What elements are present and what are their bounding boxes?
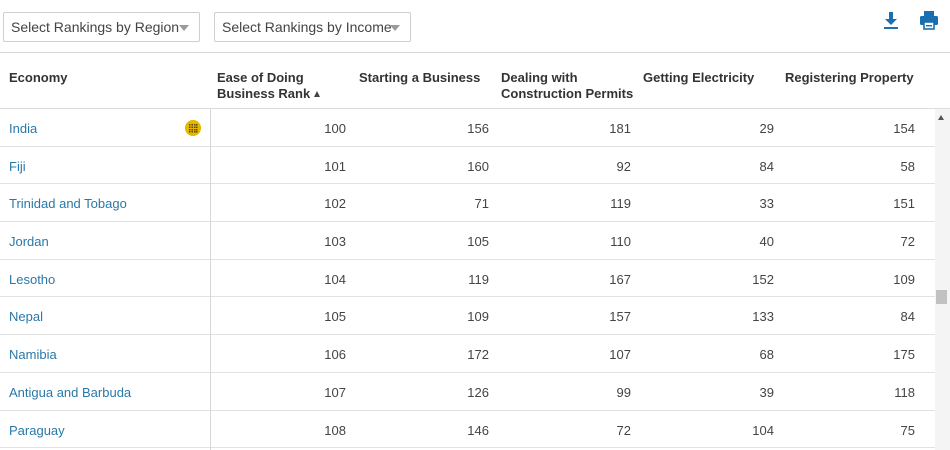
table-row: Paraguay 108 146 72 104 75	[0, 411, 935, 449]
table-row: Namibia 106 172 107 68 175	[0, 335, 935, 373]
table-body: India 100 156 181 29 154 Fiji 101 160 92…	[0, 109, 935, 449]
table-header: Economy Ease of Doing Business Rank Star…	[0, 53, 950, 109]
economy-link[interactable]: Lesotho	[9, 272, 55, 287]
cell-starting-business: 172	[467, 347, 489, 363]
economy-link[interactable]: Antigua and Barbuda	[9, 385, 131, 400]
cell-starting-business: 146	[467, 422, 489, 438]
scroll-up-arrow-icon[interactable]	[938, 115, 944, 120]
column-divider	[210, 109, 211, 450]
cell-getting-electricity: 39	[759, 384, 774, 400]
column-header-registering-property[interactable]: Registering Property	[785, 70, 914, 86]
cell-construction-permits: 157	[609, 309, 631, 325]
income-select-label: Select Rankings by Income	[222, 19, 392, 35]
chevron-down-icon	[179, 25, 189, 31]
cell-registering-property: 175	[893, 347, 915, 363]
cell-ease-rank: 106	[324, 347, 346, 363]
cell-construction-permits: 107	[609, 347, 631, 363]
cell-registering-property: 75	[900, 422, 915, 438]
cell-registering-property: 154	[893, 121, 915, 136]
cell-ease-rank: 108	[324, 422, 346, 438]
cell-starting-business: 105	[467, 234, 489, 250]
column-header-construction-permits[interactable]: Dealing with Construction Permits	[501, 70, 633, 102]
cell-ease-rank: 100	[324, 121, 346, 136]
column-header-ease-rank[interactable]: Ease of Doing Business Rank	[217, 70, 321, 102]
table-row: Lesotho 104 119 167 152 109	[0, 260, 935, 298]
cell-construction-permits: 110	[610, 234, 631, 250]
scrollbar-thumb[interactable]	[936, 290, 947, 304]
region-select[interactable]: Select Rankings by Region	[3, 12, 200, 42]
cell-construction-permits: 167	[609, 271, 631, 287]
cell-ease-rank: 103	[324, 234, 346, 250]
economy-link[interactable]: Trinidad and Tobago	[9, 196, 127, 211]
economy-link[interactable]: Nepal	[9, 309, 43, 324]
cell-ease-rank: 104	[324, 271, 346, 287]
cell-starting-business: 156	[467, 121, 489, 136]
filter-bar: Select Rankings by Region Select Ranking…	[0, 0, 950, 52]
economy-link[interactable]: India	[9, 121, 37, 136]
economy-link[interactable]: Paraguay	[9, 423, 65, 438]
cell-getting-electricity: 29	[759, 121, 774, 136]
printer-icon[interactable]	[918, 9, 940, 31]
cell-registering-property: 58	[900, 158, 915, 174]
cell-getting-electricity: 40	[759, 234, 774, 250]
cell-ease-rank: 107	[324, 384, 346, 400]
cell-construction-permits: 99	[616, 384, 631, 400]
column-header-getting-electricity[interactable]: Getting Electricity	[643, 70, 754, 86]
vertical-scrollbar[interactable]	[935, 109, 950, 450]
income-select[interactable]: Select Rankings by Income	[214, 12, 411, 42]
cell-starting-business: 71	[474, 196, 489, 212]
cell-ease-rank: 105	[324, 309, 346, 325]
cell-getting-electricity: 152	[752, 271, 774, 287]
column-header-economy[interactable]: Economy	[9, 70, 68, 86]
cell-getting-electricity: 33	[759, 196, 774, 212]
table-row: Jordan 103 105 110 40 72	[0, 222, 935, 260]
table-row: Fiji 101 160 92 84 58	[0, 147, 935, 185]
cell-construction-permits: 181	[609, 121, 631, 136]
cell-ease-rank: 102	[324, 196, 346, 212]
rankings-table: Economy Ease of Doing Business Rank Star…	[0, 52, 950, 450]
cell-starting-business: 160	[467, 158, 489, 174]
grid-icon[interactable]	[185, 120, 201, 136]
table-row: Trinidad and Tobago 102 71 119 33 151	[0, 184, 935, 223]
table-row: Nepal 105 109 157 133 84	[0, 297, 935, 336]
chevron-down-icon	[390, 25, 400, 31]
region-select-label: Select Rankings by Region	[11, 19, 180, 35]
cell-registering-property: 72	[900, 234, 915, 250]
cell-starting-business: 126	[467, 384, 489, 400]
cell-registering-property: 109	[893, 271, 915, 287]
economy-link[interactable]: Jordan	[9, 234, 49, 249]
economy-link[interactable]: Namibia	[9, 347, 57, 362]
table-row: Antigua and Barbuda 107 126 99 39 118	[0, 373, 935, 411]
table-row: India 100 156 181 29 154	[0, 109, 935, 147]
cell-ease-rank: 101	[324, 158, 346, 174]
cell-registering-property: 151	[893, 196, 915, 212]
cell-getting-electricity: 68	[759, 347, 774, 363]
economy-link[interactable]: Fiji	[9, 159, 26, 174]
column-header-starting-business[interactable]: Starting a Business	[359, 70, 480, 86]
cell-construction-permits: 92	[616, 158, 631, 174]
cell-registering-property: 84	[900, 309, 915, 325]
cell-starting-business: 109	[467, 309, 489, 325]
cell-getting-electricity: 133	[752, 309, 774, 325]
cell-getting-electricity: 84	[759, 158, 774, 174]
cell-registering-property: 118	[894, 384, 915, 400]
cell-construction-permits: 72	[616, 422, 631, 438]
download-icon[interactable]	[880, 9, 902, 31]
cell-getting-electricity: 104	[752, 422, 774, 438]
cell-starting-business: 119	[468, 271, 489, 287]
sort-ascending-icon	[314, 91, 321, 97]
cell-construction-permits: 119	[610, 196, 631, 212]
